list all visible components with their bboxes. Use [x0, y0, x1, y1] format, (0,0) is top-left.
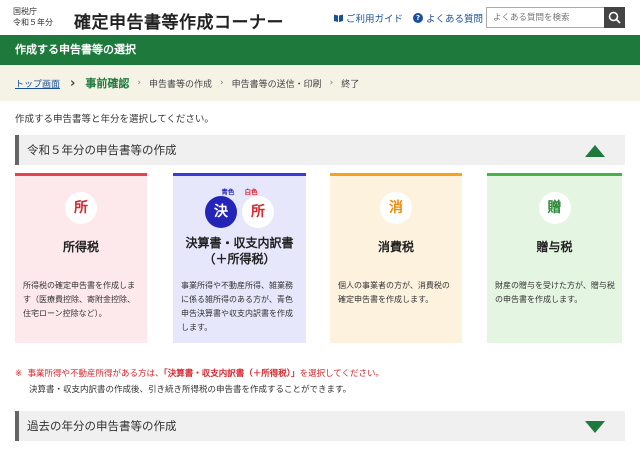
- breadcrumb: トップ画面 › 事前確認 › 申告書等の作成 › 申告書等の送信・印刷 › 終了: [0, 65, 640, 101]
- note-highlight: 「決算書・収支内訳書（＋所得税）」: [163, 369, 300, 379]
- search-icon: [608, 11, 621, 24]
- agency-label: 国税庁 令和５年分: [13, 6, 53, 28]
- note-text-before: 事業所得や不動産所得がある方は、: [27, 369, 164, 379]
- chevron-right-icon: ›: [137, 78, 141, 88]
- breadcrumb-current: 事前確認: [85, 77, 130, 90]
- white-filing-tag: 白色: [244, 188, 258, 196]
- app-title: 確定申告書等作成コーナー: [74, 13, 284, 33]
- chevron-right-icon: ›: [220, 78, 224, 88]
- header: 国税庁 令和５年分 確定申告書等作成コーナー ご利用ガイド ? よくある質問: [0, 0, 640, 35]
- expand-triangle-icon: [585, 421, 605, 433]
- card-consumption-tax[interactable]: 消 消費税 個人の事業者の方が、消費税の確定申告書を作成します。: [330, 173, 462, 343]
- chevron-right-icon: ›: [70, 75, 76, 91]
- card-title: 所得税: [62, 240, 99, 254]
- settlement-badge-icon: 決: [205, 196, 237, 228]
- instruction-text: 作成する申告書等と年分を選択してください。: [15, 114, 214, 125]
- income-tax-badge-icon: 所: [242, 196, 274, 228]
- card-description: 財産の贈与を受けた方が、贈与税の申告書を作成します。: [495, 281, 615, 304]
- card-settlement[interactable]: 青色 白色 決 所 決算書・収支内訳書 （＋所得税） 事業所得や不動産所得、雑業…: [173, 173, 306, 343]
- faq-link-label: よくある質問: [426, 14, 484, 25]
- card-gift-tax[interactable]: 贈 贈与税 財産の贈与を受けた方が、贈与税の申告書を作成します。: [487, 173, 622, 343]
- guide-link[interactable]: ご利用ガイド: [333, 11, 403, 25]
- consumption-tax-badge-icon: 消: [380, 192, 412, 224]
- card-description: 事業所得や不動産所得、雑業務に係る雑所得のある方が、青色申告決算書や収支内訳書を…: [181, 281, 293, 332]
- faq-search-input[interactable]: [486, 7, 604, 28]
- filing-type-tags: 青色 白色: [173, 186, 306, 196]
- card-title-line2: （＋所得税）: [203, 252, 276, 266]
- note-text: ※ 事業所得や不動産所得がある方は、「決算書・収支内訳書（＋所得税）」を選択して…: [15, 366, 384, 383]
- chevron-right-icon: ›: [329, 78, 334, 88]
- guide-link-label: ご利用ガイド: [346, 14, 404, 25]
- book-icon: [333, 13, 343, 23]
- breadcrumb-top[interactable]: トップ画面: [15, 77, 60, 90]
- tax-year-label: 令和５年分: [13, 18, 53, 27]
- blue-filing-tag: 青色: [221, 188, 235, 196]
- card-title: 決算書・収支内訳書 （＋所得税）: [173, 235, 306, 267]
- collapse-triangle-icon: [585, 145, 605, 157]
- card-income-tax[interactable]: 所 所得税 所得税の確定申告書を作成します（医療費控除、寄附金控除、住宅ローン控…: [15, 173, 147, 343]
- page-heading: 作成する申告書等の選択: [0, 35, 640, 65]
- note-mark: ※: [15, 369, 23, 379]
- agency-name: 国税庁: [13, 7, 37, 16]
- note-text-after: を選択してください。: [299, 369, 385, 379]
- current-year-section-header[interactable]: 令和５年分の申告書等の作成: [15, 135, 625, 165]
- gift-tax-badge-icon: 贈: [538, 192, 571, 224]
- card-title: 消費税: [377, 240, 414, 254]
- question-icon: ?: [413, 13, 423, 23]
- section-title: 過去の年分の申告書等の作成: [27, 419, 177, 433]
- breadcrumb-step: 申告書等の作成: [148, 79, 212, 90]
- search-button[interactable]: [604, 7, 625, 28]
- card-title: 贈与税: [536, 240, 573, 254]
- card-description: 個人の事業者の方が、消費税の確定申告書を作成します。: [338, 281, 450, 304]
- past-years-section-header[interactable]: 過去の年分の申告書等の作成: [15, 411, 625, 441]
- breadcrumb-step: 終了: [341, 79, 360, 90]
- note-subtext: 決算書・収支内訳書の作成後、引き続き所得税の申告書を作成することができます。: [29, 385, 352, 395]
- section-title: 令和５年分の申告書等の作成: [27, 143, 177, 157]
- breadcrumb-step: 申告書等の送信・印刷: [231, 79, 322, 90]
- income-tax-badge-icon: 所: [65, 192, 97, 224]
- faq-link[interactable]: ? よくある質問: [413, 11, 483, 25]
- card-title-line1: 決算書・収支内訳書: [185, 236, 294, 250]
- card-description: 所得税の確定申告書を作成します（医療費控除、寄附金控除、住宅ローン控除など）。: [23, 281, 135, 318]
